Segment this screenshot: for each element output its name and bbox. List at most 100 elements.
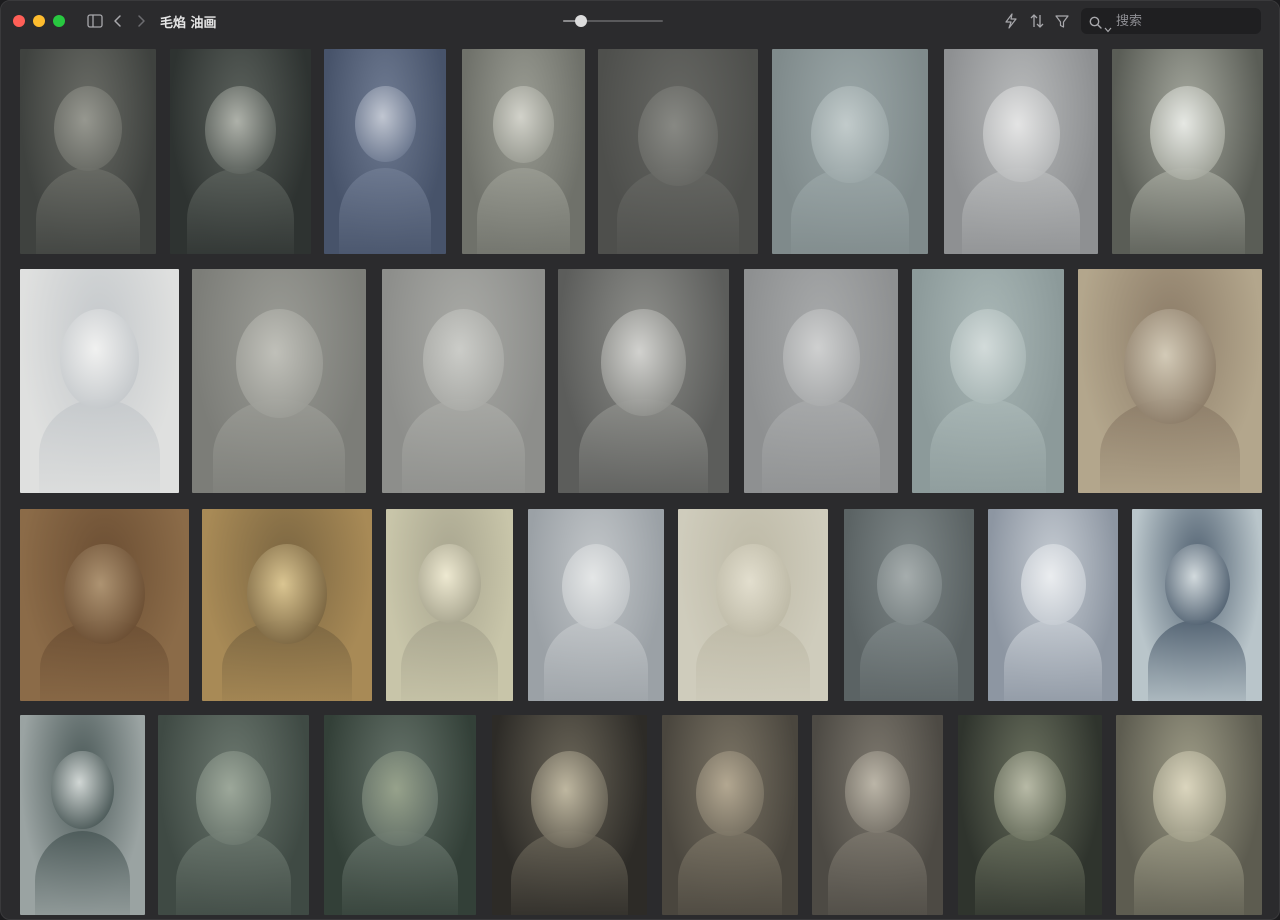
- painting-thumbnail[interactable]: [1132, 509, 1262, 701]
- painting-figure-face: [1124, 309, 1216, 425]
- painting-thumbnail[interactable]: [1116, 715, 1262, 915]
- painting-thumbnail[interactable]: [324, 715, 476, 915]
- painting-thumbnail[interactable]: [558, 269, 729, 493]
- painting-thumbnail[interactable]: [462, 49, 585, 254]
- painting-figure-face: [362, 751, 438, 846]
- painting-thumbnail[interactable]: [20, 269, 179, 493]
- search-icon: [1089, 14, 1102, 33]
- painting-figure-face: [422, 309, 505, 412]
- painting-figure-body: [859, 620, 959, 701]
- painting-thumbnail[interactable]: [192, 269, 366, 493]
- painting-thumbnail[interactable]: [202, 509, 372, 701]
- painting-figure-face: [696, 751, 764, 836]
- painting-thumbnail[interactable]: [170, 49, 311, 254]
- painting-thumbnail[interactable]: [1112, 49, 1263, 254]
- painting-figure-face: [782, 309, 860, 406]
- search-input[interactable]: [1116, 11, 1256, 31]
- painting-thumbnail[interactable]: [662, 715, 798, 915]
- painting-thumbnail[interactable]: [492, 715, 647, 915]
- painting-figure-face: [54, 85, 122, 171]
- forward-icon[interactable]: [134, 11, 148, 31]
- painting-thumbnail[interactable]: [744, 269, 898, 493]
- painting-figure-body: [762, 398, 880, 493]
- painting-figure-face: [354, 85, 416, 163]
- painting-figure-face: [492, 85, 555, 163]
- painting-thumbnail[interactable]: [158, 715, 309, 915]
- thumbnail-grid: [1, 41, 1279, 919]
- search-field[interactable]: [1081, 8, 1261, 34]
- quick-action-bolt-icon[interactable]: [1003, 11, 1019, 31]
- painting-figure-body: [975, 831, 1085, 915]
- painting-figure-face: [417, 543, 482, 623]
- painting-figure-face: [994, 751, 1066, 841]
- painting-figure-face: [950, 309, 1026, 405]
- painting-figure-body: [186, 167, 295, 254]
- painting-thumbnail[interactable]: [1078, 269, 1262, 493]
- painting-thumbnail[interactable]: [812, 715, 943, 915]
- painting-figure-face: [195, 751, 272, 846]
- back-icon[interactable]: [111, 11, 125, 31]
- painting-figure-body: [35, 831, 130, 915]
- chevron-down-icon[interactable]: [1104, 18, 1112, 37]
- thumbnail-size-slider[interactable]: [563, 15, 663, 27]
- painting-figure-face: [876, 543, 942, 625]
- painting-figure-body: [678, 831, 782, 915]
- painting-thumbnail[interactable]: [988, 509, 1118, 701]
- painting-figure-face: [205, 85, 276, 175]
- painting-thumbnail[interactable]: [382, 269, 545, 493]
- painting-figure-body: [338, 167, 432, 254]
- painting-figure-body: [401, 398, 526, 493]
- painting-figure-body: [544, 620, 648, 701]
- painting-figure-face: [59, 309, 140, 409]
- painting-figure-face: [600, 309, 687, 417]
- painting-figure-face: [235, 309, 323, 419]
- painting-thumbnail[interactable]: [912, 269, 1064, 493]
- filter-icon[interactable]: [1054, 11, 1070, 31]
- close-button[interactable]: [13, 15, 25, 27]
- painting-figure-face: [562, 543, 630, 629]
- painting-figure-body: [1003, 620, 1103, 701]
- painting-thumbnail[interactable]: [20, 509, 189, 701]
- painting-figure-body: [36, 167, 140, 254]
- painting-thumbnail[interactable]: [598, 49, 758, 254]
- painting-figure-face: [64, 543, 145, 645]
- painting-thumbnail[interactable]: [678, 509, 828, 701]
- painting-figure-face: [530, 751, 609, 848]
- painting-figure-face: [1152, 751, 1226, 843]
- painting-figure-body: [930, 398, 1046, 493]
- slider-knob[interactable]: [575, 15, 587, 27]
- painting-thumbnail[interactable]: [528, 509, 664, 701]
- painting-figure-face: [982, 85, 1060, 183]
- minimize-button[interactable]: [33, 15, 45, 27]
- painting-thumbnail[interactable]: [958, 715, 1102, 915]
- painting-figure-face: [51, 751, 114, 830]
- painting-figure-face: [1149, 85, 1226, 181]
- painting-figure-body: [476, 167, 571, 254]
- painting-figure-face: [1164, 543, 1230, 625]
- finder-window: 毛焰 油画: [0, 0, 1280, 920]
- painting-thumbnail[interactable]: [324, 49, 446, 254]
- painting-figure-body: [827, 831, 928, 915]
- painting-thumbnail[interactable]: [20, 715, 145, 915]
- painting-figure-body: [1147, 620, 1247, 701]
- painting-figure-face: [811, 85, 889, 184]
- sidebar-toggle-icon[interactable]: [86, 11, 104, 31]
- painting-thumbnail[interactable]: [772, 49, 928, 254]
- painting-figure-face: [638, 85, 718, 186]
- title-bar: 毛焰 油画: [1, 1, 1279, 41]
- painting-thumbnail[interactable]: [20, 49, 156, 254]
- window-title: 毛焰 油画: [160, 16, 217, 31]
- painting-figure-body: [401, 620, 498, 701]
- painting-thumbnail[interactable]: [844, 509, 974, 701]
- painting-figure-body: [1133, 831, 1245, 915]
- painting-figure-face: [1020, 543, 1086, 625]
- sort-icon[interactable]: [1029, 11, 1045, 31]
- painting-thumbnail[interactable]: [944, 49, 1098, 254]
- painting-figure-face: [844, 751, 911, 833]
- painting-thumbnail[interactable]: [386, 509, 513, 701]
- painting-figure-face: [246, 543, 328, 645]
- painting-figure-body: [1130, 167, 1245, 254]
- zoom-button[interactable]: [53, 15, 65, 27]
- painting-figure-face: [715, 543, 791, 638]
- painting-figure-body: [39, 398, 160, 493]
